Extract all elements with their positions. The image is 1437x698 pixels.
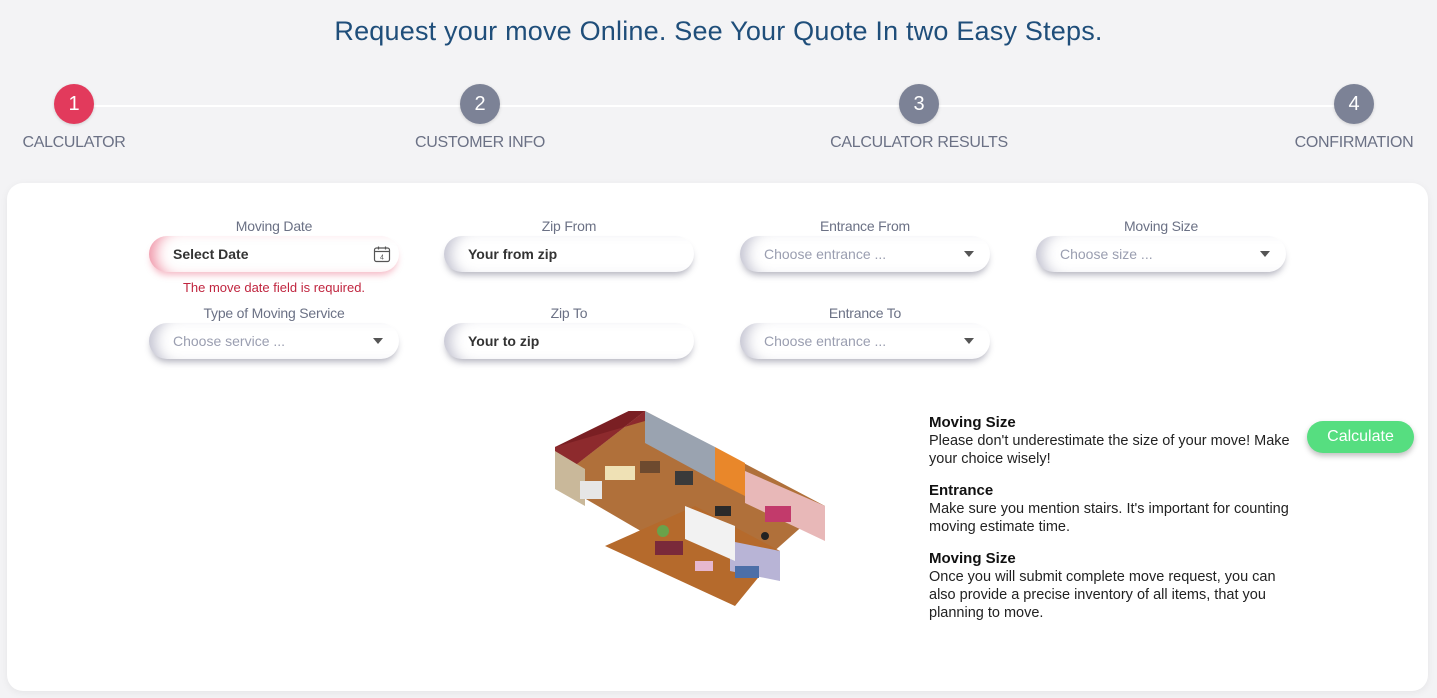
info-title: Moving Size xyxy=(929,550,1016,567)
step-number: 1 xyxy=(54,84,94,124)
zip-from-value: Your from zip xyxy=(468,246,558,262)
zip-to-input[interactable]: Your to zip xyxy=(444,323,694,359)
calculator-card: Moving Date Select Date 4 The move date … xyxy=(7,183,1428,691)
entrance-from-field: Entrance From Choose entrance ... xyxy=(740,217,990,272)
step-label: CONFIRMATION xyxy=(1294,134,1414,151)
moving-size-field: Moving Size Choose size ... xyxy=(1036,217,1286,272)
info-block: Entrance Make sure you mention stairs. I… xyxy=(929,482,1304,536)
page-title: Request your move Online. See Your Quote… xyxy=(334,16,1103,46)
zip-to-label: Zip To xyxy=(550,305,588,321)
zip-from-field: Zip From Your from zip xyxy=(444,217,694,272)
entrance-from-select[interactable]: Choose entrance ... xyxy=(740,236,990,272)
step-customer-info[interactable]: 2 CUSTOMER INFO xyxy=(380,84,580,152)
step-number: 3 xyxy=(899,84,939,124)
moving-date-value: Select Date xyxy=(173,246,249,262)
chevron-down-icon xyxy=(964,338,974,344)
entrance-to-placeholder: Choose entrance ... xyxy=(764,333,887,349)
service-type-placeholder: Choose service ... xyxy=(173,333,286,349)
calendar-icon[interactable]: 4 xyxy=(373,245,391,263)
moving-date-field: Moving Date Select Date 4 The move date … xyxy=(149,217,399,295)
entrance-from-placeholder: Choose entrance ... xyxy=(764,246,887,262)
info-text: Make sure you mention stairs. It's impor… xyxy=(929,501,1289,535)
zip-from-input[interactable]: Your from zip xyxy=(444,236,694,272)
info-text: Once you will submit complete move reque… xyxy=(929,569,1276,621)
info-title: Moving Size xyxy=(929,414,1016,431)
calendar-day: 4 xyxy=(380,255,384,262)
info-text: Please don't underestimate the size of y… xyxy=(929,433,1290,467)
step-label: CALCULATOR xyxy=(22,134,126,151)
steps-connector-line xyxy=(74,105,1354,107)
chevron-down-icon xyxy=(964,251,974,257)
service-type-select[interactable]: Choose service ... xyxy=(149,323,399,359)
service-type-label: Type of Moving Service xyxy=(203,305,345,321)
house-illustration xyxy=(555,411,825,606)
step-number: 2 xyxy=(460,84,500,124)
entrance-to-label: Entrance To xyxy=(828,305,902,321)
step-calculator[interactable]: 1 CALCULATOR xyxy=(0,84,174,152)
moving-date-input[interactable]: Select Date 4 xyxy=(149,236,399,272)
moving-size-select[interactable]: Choose size ... xyxy=(1036,236,1286,272)
step-confirmation[interactable]: 4 CONFIRMATION xyxy=(1254,84,1437,152)
service-type-field: Type of Moving Service Choose service ..… xyxy=(149,304,399,359)
entrance-to-field: Entrance To Choose entrance ... xyxy=(740,304,990,359)
step-label: CALCULATOR RESULTS xyxy=(830,134,1008,151)
entrance-to-select[interactable]: Choose entrance ... xyxy=(740,323,990,359)
info-title: Entrance xyxy=(929,482,994,499)
moving-size-placeholder: Choose size ... xyxy=(1060,246,1153,262)
moving-size-label: Moving Size xyxy=(1123,218,1199,234)
step-label: CUSTOMER INFO xyxy=(414,134,546,151)
zip-to-field: Zip To Your to zip xyxy=(444,304,694,359)
zip-to-value: Your to zip xyxy=(468,333,540,349)
moving-date-label: Moving Date xyxy=(235,218,313,234)
chevron-down-icon xyxy=(373,338,383,344)
step-calculator-results[interactable]: 3 CALCULATOR RESULTS xyxy=(819,84,1019,152)
zip-from-label: Zip From xyxy=(541,218,597,234)
progress-steps: 1 CALCULATOR 2 CUSTOMER INFO 3 CALCULATO… xyxy=(0,84,1437,164)
moving-date-error: The move date field is required. xyxy=(182,280,366,295)
entrance-from-label: Entrance From xyxy=(820,218,910,234)
chevron-down-icon xyxy=(1260,251,1270,257)
info-block: Moving Size Once you will submit complet… xyxy=(929,550,1304,622)
calculate-button[interactable]: Calculate xyxy=(1307,421,1414,453)
step-number: 4 xyxy=(1334,84,1374,124)
info-panel: Moving Size Please don't underestimate t… xyxy=(929,414,1304,636)
info-block: Moving Size Please don't underestimate t… xyxy=(929,414,1304,468)
